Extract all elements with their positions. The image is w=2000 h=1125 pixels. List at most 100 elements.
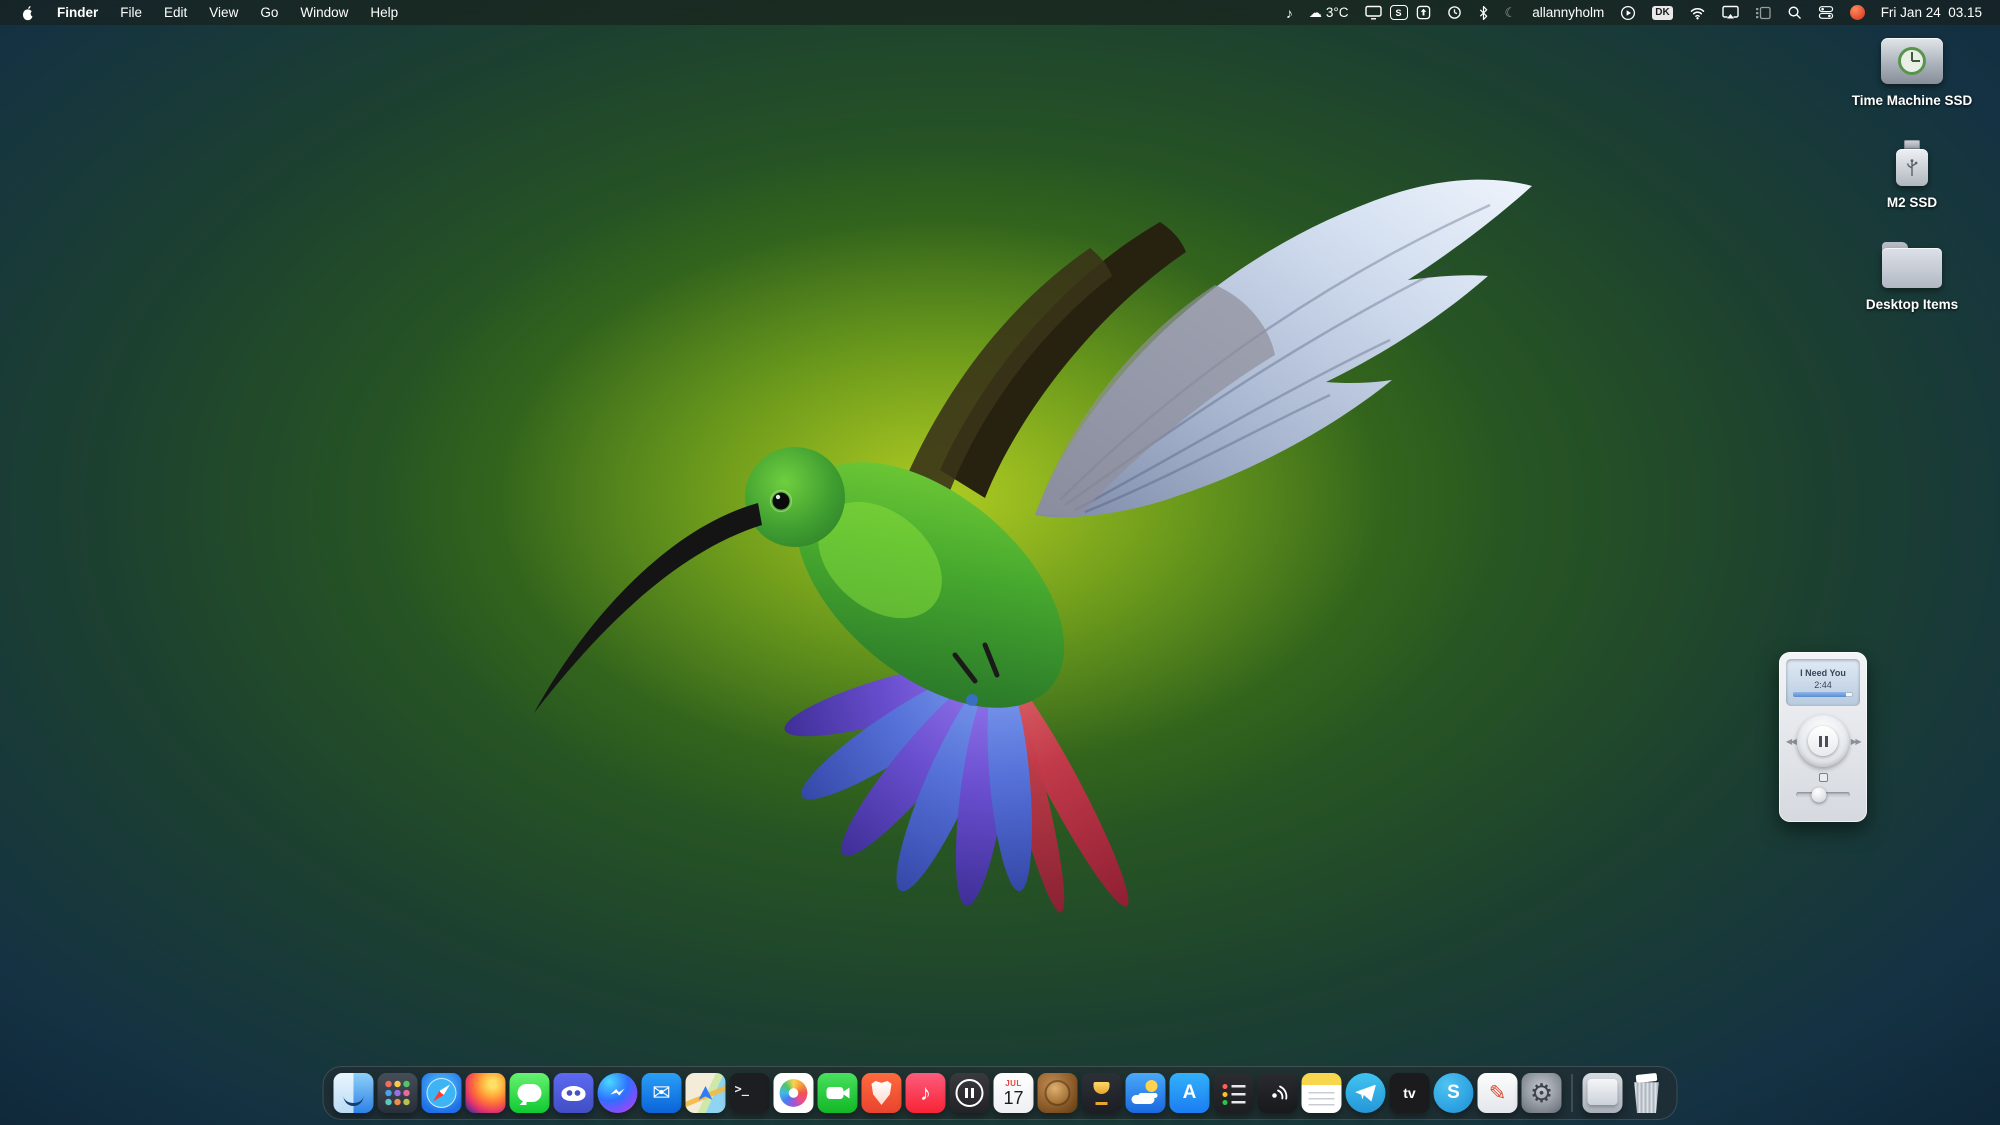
dock-item-telegram[interactable] [1346,1073,1386,1113]
dock-item-notes[interactable] [1302,1073,1342,1113]
volume-slider-knob[interactable] [1811,787,1826,802]
desktop: Finder File Edit View Go Window Help 3°C… [0,0,2000,1125]
dock-item-brave[interactable] [862,1073,902,1113]
trash-basket-icon [1633,1081,1661,1113]
weather-temp: 3°C [1326,5,1349,20]
menu-view[interactable]: View [198,5,249,20]
dock-item-discord[interactable] [554,1073,594,1113]
stage-manager-icon[interactable] [1747,6,1779,20]
stop-button[interactable] [1819,773,1828,782]
menu-edit[interactable]: Edit [153,5,198,20]
shottr-icon[interactable]: S [1390,5,1408,20]
track-title: I Need You [1800,668,1846,678]
desktop-icon-label: Desktop Items [1866,297,1958,312]
desktop-icon-label: Time Machine SSD [1852,93,1973,108]
calendar-day-label: 17 [1003,1089,1023,1107]
time-machine-icon[interactable] [1439,5,1470,20]
music-widget-screen: I Need You 2:44 [1786,659,1860,706]
sound-waves-icon [1266,1081,1290,1105]
dock-container: >_ JUL 17 A [323,1066,1678,1120]
app-store-letter: A [1183,1082,1197,1104]
track-progress-bar[interactable] [1793,692,1854,697]
dock-item-music[interactable] [906,1073,946,1113]
dock-item-apple-tv[interactable]: tv [1390,1073,1430,1113]
dock-item-finder[interactable] [334,1073,374,1113]
control-wheel[interactable] [1797,715,1849,767]
dock-item-brown-app[interactable] [1038,1073,1078,1113]
dock-item-safari[interactable] [422,1073,462,1113]
dock-item-photos[interactable] [774,1073,814,1113]
dock-item-system-settings[interactable] [1522,1073,1562,1113]
desktop-icon-column: Time Machine SSD M2 SSD Desktop Items [1832,38,1992,312]
dock-item-trash[interactable] [1627,1073,1667,1113]
control-center-icon[interactable] [1810,5,1842,20]
menu-file[interactable]: File [109,5,153,20]
terminal-prompt-glyph: >_ [735,1082,749,1096]
time-machine-drive-icon [1881,38,1943,84]
dock-item-terminal[interactable]: >_ [730,1073,770,1113]
desktop-icon-time-machine-ssd[interactable]: Time Machine SSD [1832,38,1992,108]
dock-item-calendar[interactable]: JUL 17 [994,1073,1034,1113]
dock-item-launchpad[interactable] [378,1073,418,1113]
dock-item-app-store[interactable]: A [1170,1073,1210,1113]
dock-item-pen-app[interactable] [1478,1073,1518,1113]
dock-item-mail[interactable] [642,1073,682,1113]
dock-item-speaker-app[interactable] [1258,1073,1298,1113]
usb-body-icon [1896,149,1928,186]
display-icon[interactable] [1357,5,1390,20]
dock-item-messages[interactable] [510,1073,550,1113]
bluetooth-icon[interactable] [1470,5,1497,21]
pause-button[interactable] [1808,726,1838,756]
dock-item-maps[interactable] [686,1073,726,1113]
weather-cloud-icon [1309,5,1322,21]
menu-bar-status: 3°C S [1278,5,1990,21]
focus-moon-icon[interactable] [1497,5,1525,21]
usb-connector-icon [1904,140,1920,149]
dock-separator [1572,1074,1573,1112]
menu-window[interactable]: Window [289,5,359,20]
track-progress-fill [1793,692,1846,697]
avatar-icon [1850,5,1865,20]
dock-item-firefox[interactable] [466,1073,506,1113]
menu-app-avatar[interactable] [1842,5,1873,20]
weather-item[interactable]: 3°C [1301,5,1357,21]
wifi-icon[interactable] [1681,6,1714,20]
dock-item-trophy-app[interactable] [1082,1073,1122,1113]
wallpaper-hummingbird [0,0,2000,1125]
desktop-icon-m2-ssd[interactable]: M2 SSD [1832,140,1992,210]
dock-item-reminders[interactable] [1214,1073,1254,1113]
shottr-letter: S [1396,8,1402,18]
track-time: 2:44 [1814,680,1832,690]
apple-menu[interactable] [10,5,46,21]
active-app-name[interactable]: Finder [46,5,109,20]
desktop-icon-label: M2 SSD [1887,195,1937,210]
usb-drive-icon [1896,140,1928,186]
dock-item-skype[interactable]: S [1434,1073,1474,1113]
dock-item-media-pause[interactable] [950,1073,990,1113]
play-circle-icon[interactable] [1612,5,1644,21]
menu-help[interactable]: Help [359,5,409,20]
now-playing-icon[interactable] [1278,5,1301,21]
box-arrow-icon[interactable] [1408,5,1439,20]
folder-icon [1882,242,1942,288]
menu-bar: Finder File Edit View Go Window Help 3°C… [0,0,2000,25]
screen-mirroring-icon[interactable] [1714,5,1747,20]
apple-tv-label: tv [1403,1085,1415,1101]
next-track-button[interactable] [1851,735,1860,748]
usb-trident-icon [1904,158,1920,178]
input-source-badge[interactable]: DK [1644,6,1680,20]
dock-item-facetime[interactable] [818,1073,858,1113]
dock-item-downloads[interactable] [1583,1073,1623,1113]
volume-slider[interactable] [1796,792,1851,797]
desktop-icon-desktop-items[interactable]: Desktop Items [1832,242,1992,312]
user-switcher[interactable]: allannyholm [1524,5,1612,20]
apple-logo-icon [21,5,35,21]
menu-bar-clock[interactable]: Fri Jan 24 03.15 [1873,5,1990,20]
music-remote-widget: I Need You 2:44 [1779,652,1867,822]
spotlight-search-icon[interactable] [1779,5,1810,20]
dock-item-weather[interactable] [1126,1073,1166,1113]
menu-go[interactable]: Go [249,5,289,20]
music-widget-controls [1786,715,1860,767]
previous-track-button[interactable] [1786,735,1795,748]
dock-item-messenger[interactable] [598,1073,638,1113]
